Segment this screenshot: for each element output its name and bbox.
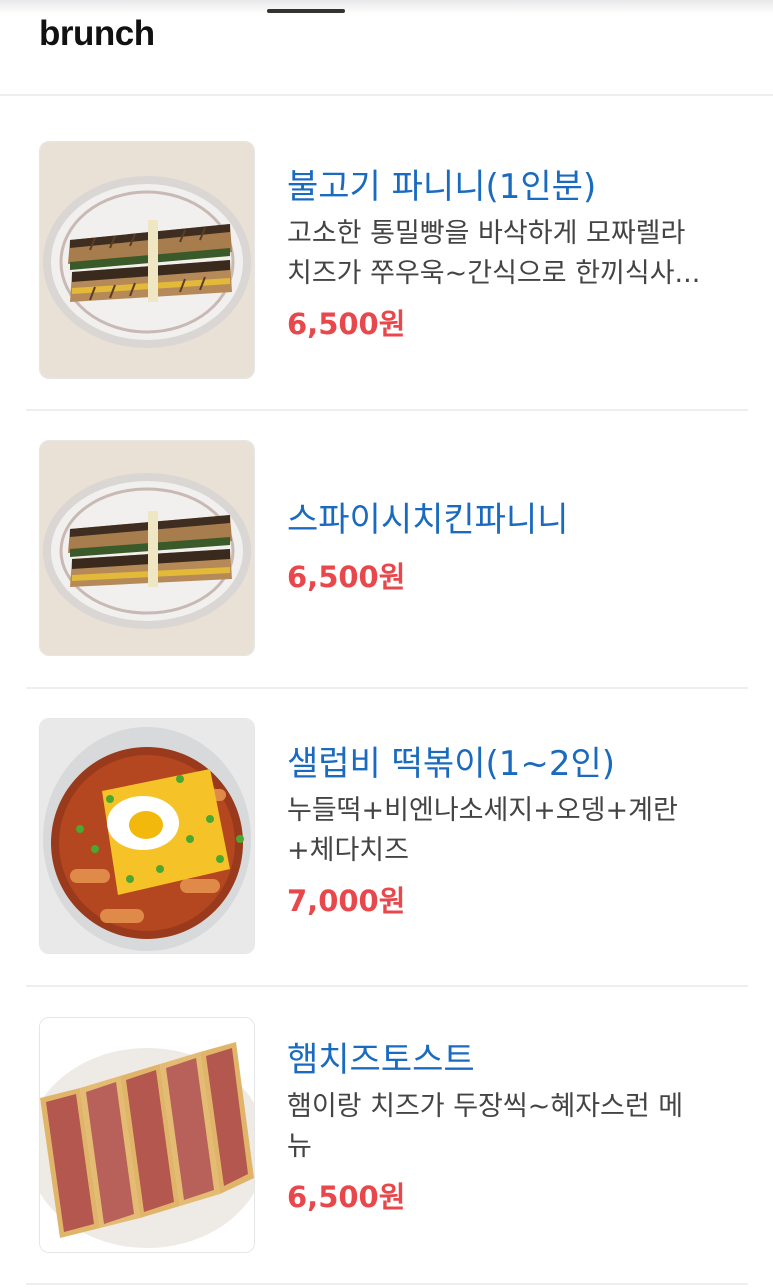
item-price: 6,500원 xyxy=(287,560,406,594)
menu-item[interactable]: 스파이시치킨파니니 6,500원 xyxy=(26,409,748,689)
item-price: 7,000원 xyxy=(287,884,406,918)
item-name: 햄치즈토스트 xyxy=(287,1040,475,1080)
category-title: brunch xyxy=(39,14,155,53)
item-description-line: 누들떡+비엔나소세지+오뎅+계란 xyxy=(287,795,678,826)
item-text: 스파이시치킨파니니 6,500원 xyxy=(287,497,747,597)
panini-photo[interactable] xyxy=(39,141,255,379)
item-text: 불고기 파니니(1인분) 고소한 통밀빵을 바삭하게 모짜렐라 치즈가 쭈우욱~… xyxy=(287,164,747,344)
item-description-line: 치즈가 쭈우욱~간식으로 한끼식사... xyxy=(287,258,701,289)
item-name: 스파이시치킨파니니 xyxy=(287,500,569,540)
item-description-line: 고소한 통밀빵을 바삭하게 모짜렐라 xyxy=(287,218,686,249)
item-price: 6,500원 xyxy=(287,307,406,341)
item-text: 햄치즈토스트 햄이랑 치즈가 두장씩~혜자스런 메 뉴 6,500원 xyxy=(287,1037,747,1217)
item-description: 고소한 통밀빵을 바삭하게 모짜렐라 치즈가 쭈우욱~간식으로 한끼식사... xyxy=(287,214,737,294)
item-price: 6,500원 xyxy=(287,1180,406,1214)
toast-photo[interactable] xyxy=(39,1017,255,1253)
item-description-line: 햄이랑 치즈가 두장씩~혜자스런 메 xyxy=(287,1091,684,1122)
category-header: brunch xyxy=(0,0,773,96)
item-description: 누들떡+비엔나소세지+오뎅+계란 +체다치즈 xyxy=(287,791,737,871)
menu-item[interactable]: 샐럽비 떡볶이(1~2인) 누들떡+비엔나소세지+오뎅+계란 +체다치즈 7,0… xyxy=(26,687,748,987)
panini-photo[interactable] xyxy=(39,440,255,656)
item-name: 불고기 파니니(1인분) xyxy=(287,167,597,207)
item-description-line: 뉴 xyxy=(287,1131,312,1162)
item-description: 햄이랑 치즈가 두장씩~혜자스런 메 뉴 xyxy=(287,1087,737,1167)
menu-item[interactable]: 불고기 파니니(1인분) 고소한 통밀빵을 바삭하게 모짜렐라 치즈가 쭈우욱~… xyxy=(26,94,748,411)
tteokbokki-photo[interactable] xyxy=(39,718,255,954)
item-name: 샐럽비 떡볶이(1~2인) xyxy=(287,744,616,784)
item-description-line: +체다치즈 xyxy=(287,835,409,866)
item-text: 샐럽비 떡볶이(1~2인) 누들떡+비엔나소세지+오뎅+계란 +체다치즈 7,0… xyxy=(287,741,747,921)
menu-item[interactable]: 햄치즈토스트 햄이랑 치즈가 두장씩~혜자스런 메 뉴 6,500원 xyxy=(26,985,748,1285)
menu-page: brunch 불고기 파니니(1인분) 고소한 통밀빵을 바삭하게 모짜렐라 치… xyxy=(0,0,773,1288)
